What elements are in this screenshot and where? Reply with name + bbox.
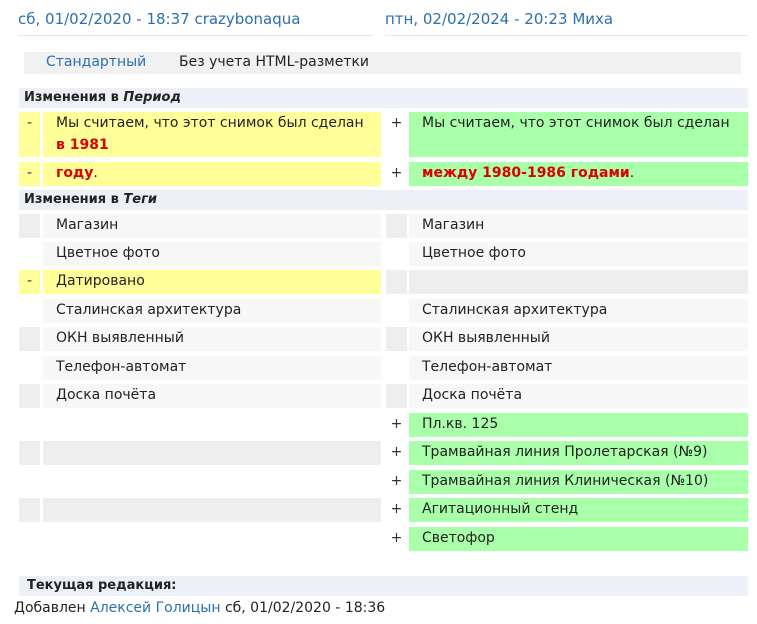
period-inserted-line-2: между 1980-1986 годами. <box>409 162 748 186</box>
tag-right-empty-cell <box>409 270 748 294</box>
author-link[interactable]: Алексей Голицын <box>90 600 220 616</box>
current-revision-title: Текущая редакция: <box>19 576 748 596</box>
tag-inserted-cell: Пл.кв. 125 <box>409 413 748 437</box>
tag-right-cell: Цветное фото <box>409 242 748 266</box>
tag-left-marker <box>19 498 40 522</box>
tag-right-cell: Доска почёта <box>409 384 748 408</box>
period-deleted-highlight-1: в 1981 <box>56 137 109 153</box>
tag-right-cell: Сталинская архитектура <box>409 299 748 323</box>
tags-section-title: Изменения в Теги <box>19 190 748 210</box>
tag-left-marker <box>19 214 40 238</box>
added-by-line: Добавлен Алексей Голицын сб, 01/02/2020 … <box>14 600 386 616</box>
header-divider-right <box>385 35 748 36</box>
tag-left-marker <box>19 327 40 351</box>
tag-right-marker <box>386 214 407 238</box>
tag-inserted-marker: + <box>390 501 403 517</box>
tag-left-cell: Сталинская архитектура <box>43 299 381 323</box>
tag-inserted-cell: Агитационный стенд <box>409 498 748 522</box>
period-section-title: Изменения в Период <box>19 88 748 108</box>
period-deleted-line-1: Мы считаем, что этот снимок был сделан в… <box>43 112 381 157</box>
period-deleted-marker: - <box>19 112 40 157</box>
tags-field-name: Теги <box>123 192 157 207</box>
period-deleted-highlight-2: году <box>56 165 94 181</box>
tag-inserted-marker: + <box>390 416 403 432</box>
left-revision-user-link[interactable]: crazybonaqua <box>194 10 300 28</box>
tag-left-cell: Доска почёта <box>43 384 381 408</box>
tag-right-cell: ОКН выявленный <box>409 327 748 351</box>
right-revision: птн, 02/02/2024 - 20:23 Миха <box>385 10 613 28</box>
tag-right-marker <box>386 270 407 294</box>
diff-mode-bar: Стандартный Без учета HTML-разметки <box>24 52 741 74</box>
left-revision-date-link[interactable]: сб, 01/02/2020 - 18:37 <box>18 10 190 28</box>
period-inserted-line-1: Мы считаем, что этот снимок был сделан <box>409 112 748 157</box>
mode-plain-label: Без учета HTML-разметки <box>179 54 370 70</box>
tag-right-cell: Телефон-автомат <box>409 356 748 380</box>
period-inserted-marker-2: + <box>390 165 403 181</box>
tag-left-empty-cell <box>43 441 381 465</box>
right-revision-user-link[interactable]: Миха <box>572 10 613 28</box>
tag-inserted-marker: + <box>390 530 403 546</box>
period-inserted-marker: + <box>390 115 403 131</box>
tag-left-marker <box>19 441 40 465</box>
period-deleted-marker-2: - <box>19 162 40 186</box>
tag-deleted-marker: - <box>19 270 40 294</box>
tag-inserted-marker: + <box>390 444 403 460</box>
revision-header: сб, 01/02/2020 - 18:37 crazybonaqua птн,… <box>0 0 757 40</box>
period-field-name: Период <box>123 90 181 105</box>
tag-left-marker <box>19 384 40 408</box>
left-revision: сб, 01/02/2020 - 18:37 crazybonaqua <box>18 10 300 28</box>
tag-right-marker <box>386 384 407 408</box>
tag-left-cell: Телефон-автомат <box>43 356 381 380</box>
mode-standard-link[interactable]: Стандартный <box>46 54 146 70</box>
tag-right-marker <box>386 327 407 351</box>
tag-inserted-cell: Трамвайная линия Пролетарская (№9) <box>409 441 748 465</box>
tag-inserted-cell: Светофор <box>409 527 748 551</box>
right-revision-date-link[interactable]: птн, 02/02/2024 - 20:23 <box>385 10 568 28</box>
header-divider-left <box>18 35 373 36</box>
tag-left-empty-cell <box>43 498 381 522</box>
tag-left-cell: ОКН выявленный <box>43 327 381 351</box>
tag-inserted-cell: Трамвайная линия Клиническая (№10) <box>409 470 748 494</box>
period-deleted-line-2: году. <box>43 162 381 186</box>
tag-left-cell: Магазин <box>43 214 381 238</box>
period-inserted-highlight: между 1980-1986 годами <box>422 165 630 181</box>
tag-left-cell: Цветное фото <box>43 242 381 266</box>
tag-deleted-cell: Датировано <box>43 270 381 294</box>
tag-right-cell: Магазин <box>409 214 748 238</box>
tag-inserted-marker: + <box>390 473 403 489</box>
